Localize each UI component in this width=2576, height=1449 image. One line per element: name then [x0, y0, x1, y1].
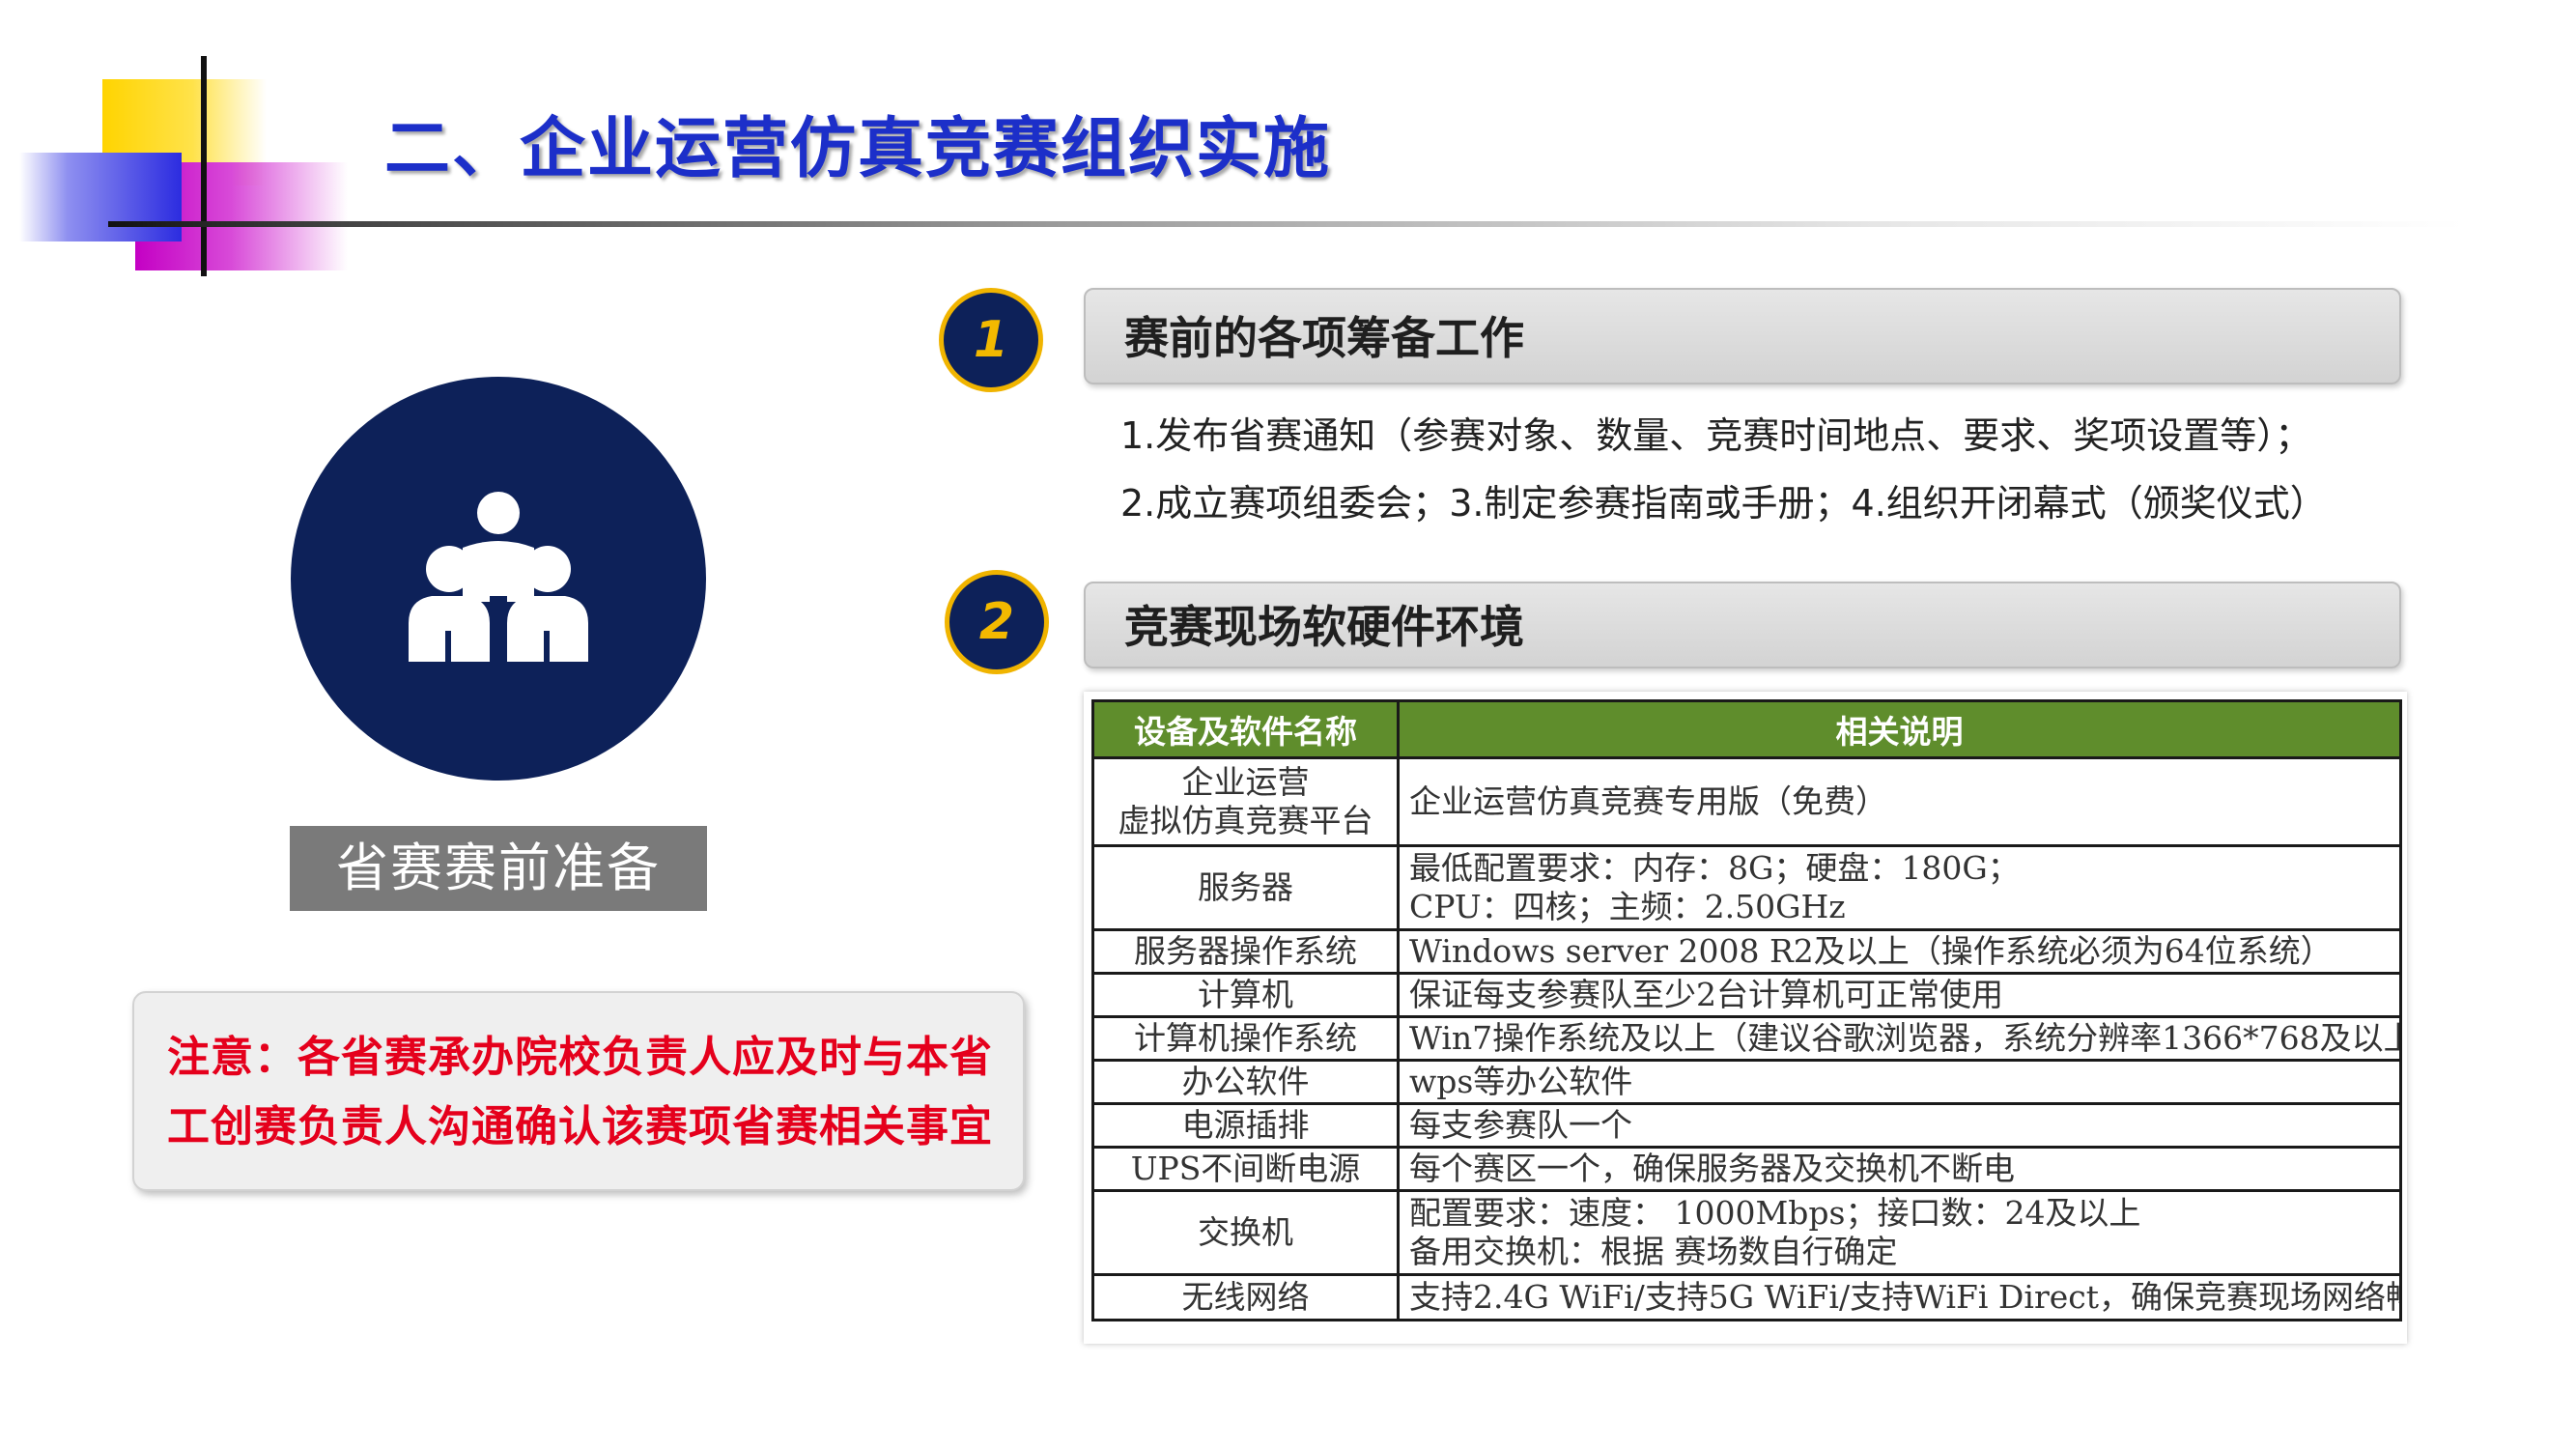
- row-name-cell: 交换机: [1091, 1189, 1400, 1276]
- table-row: UPS不间断电源 每个赛区一个，确保服务器及交换机不断电: [1091, 1146, 2402, 1192]
- table-row: 办公软件 wps等办公软件: [1091, 1059, 2402, 1105]
- decor-blue-block: [19, 153, 182, 242]
- spec-table: 设备及软件名称 相关说明 企业运营 虚拟仿真竞赛平台 企业运营仿真竞赛专用版（免…: [1091, 699, 2402, 1321]
- table-row: 计算机操作系统 Win7操作系统及以上（建议谷歌浏览器，系统分辨率1366*76…: [1091, 1015, 2402, 1062]
- section-number-1: 1: [939, 288, 1043, 392]
- row-name-cell: 服务器: [1091, 844, 1400, 931]
- decor-horizontal-line: [108, 221, 2465, 227]
- section-header-1: 赛前的各项筹备工作: [1084, 288, 2401, 384]
- table-row: 服务器操作系统 Windows server 2008 R2及以上（操作系统必须…: [1091, 928, 2402, 975]
- row-name-cell: UPS不间断电源: [1091, 1146, 1400, 1192]
- column-header-desc: 相关说明: [1397, 699, 2402, 759]
- cell-text: 交换机: [1198, 1213, 1293, 1251]
- row-name-cell: 办公软件: [1091, 1059, 1400, 1105]
- decor-vertical-line: [201, 56, 207, 276]
- row-name-cell: 计算机操作系统: [1091, 1015, 1400, 1062]
- spec-table-container: 设备及软件名称 相关说明 企业运营 虚拟仿真竞赛平台 企业运营仿真竞赛专用版（免…: [1084, 692, 2407, 1344]
- row-name-cell: 无线网络: [1091, 1273, 1400, 1321]
- row-name-cell: 服务器操作系统: [1091, 928, 1400, 975]
- row-desc-cell: 每支参赛队一个: [1397, 1102, 2402, 1149]
- section-title-2: 竞赛现场软硬件环境: [1124, 601, 1524, 653]
- table-header-row: 设备及软件名称 相关说明: [1091, 699, 2402, 759]
- table-row: 服务器 最低配置要求：内存：8G；硬盘：180G； CPU：四核；主频：2.50…: [1091, 844, 2402, 931]
- section-1-line-1: 1.发布省赛通知（参赛对象、数量、竞赛时间地点、要求、奖项设置等）；: [1120, 414, 2312, 457]
- note-box: 注意：各省赛承办院校负责人应及时与本省 工创赛负责人沟通确认该赛项省赛相关事宜: [132, 991, 1025, 1191]
- column-header-name: 设备及软件名称: [1091, 699, 1400, 759]
- note-text-line-2: 工创赛负责人沟通确认该赛项省赛相关事宜: [167, 1102, 993, 1151]
- team-badge: [291, 377, 706, 781]
- row-desc-cell: 每个赛区一个，确保服务器及交换机不断电: [1397, 1146, 2402, 1192]
- team-icon: [409, 492, 588, 662]
- section-1-line-2: 2.成立赛项组委会；3.制定参赛指南或手册；4.组织开闭幕式（颁奖仪式）: [1120, 482, 2327, 525]
- cell-text: 服务器: [1198, 868, 1293, 906]
- page-title: 二、企业运营仿真竞赛组织实施: [384, 111, 1332, 187]
- row-desc-cell: 最低配置要求：内存：8G；硬盘：180G； CPU：四核；主频：2.50GHz: [1397, 844, 2402, 931]
- row-desc-cell: 保证每支参赛队至少2台计算机可正常使用: [1397, 972, 2402, 1018]
- row-desc-cell: Windows server 2008 R2及以上（操作系统必须为64位系统）: [1397, 928, 2402, 975]
- section-title-1: 赛前的各项筹备工作: [1124, 312, 1524, 364]
- table-row: 企业运营 虚拟仿真竞赛平台 企业运营仿真竞赛专用版（免费）: [1091, 756, 2402, 847]
- cell-text: 企业运营: [1181, 763, 1310, 801]
- row-name-cell: 企业运营 虚拟仿真竞赛平台: [1091, 756, 1400, 847]
- table-row: 计算机 保证每支参赛队至少2台计算机可正常使用: [1091, 972, 2402, 1018]
- row-desc-cell: 支持2.4G WiFi/支持5G WiFi/支持WiFi Direct，确保竞赛…: [1397, 1273, 2402, 1321]
- row-name-cell: 电源插排: [1091, 1102, 1400, 1149]
- row-name-cell: 计算机: [1091, 972, 1400, 1018]
- row-desc-cell: Win7操作系统及以上（建议谷歌浏览器，系统分辨率1366*768及以上: [1397, 1015, 2402, 1062]
- cell-text: 配置要求：速度： 1000Mbps；接口数：24及以上: [1409, 1194, 2141, 1232]
- section-number-2: 2: [945, 570, 1049, 674]
- row-desc-cell: 配置要求：速度： 1000Mbps；接口数：24及以上 备用交换机：根据 赛场数…: [1397, 1189, 2402, 1276]
- cell-text: 企业运营仿真竞赛专用版（免费）: [1409, 782, 1887, 820]
- row-desc-cell: 企业运营仿真竞赛专用版（免费）: [1397, 756, 2402, 847]
- cell-text: 最低配置要求：内存：8G；硬盘：180G；: [1409, 849, 2020, 887]
- cell-text: 备用交换机：根据 赛场数自行确定: [1409, 1233, 1898, 1270]
- prep-label: 省赛赛前准备: [290, 826, 707, 911]
- table-row: 交换机 配置要求：速度： 1000Mbps；接口数：24及以上 备用交换机：根据…: [1091, 1189, 2402, 1276]
- table-row: 电源插排 每支参赛队一个: [1091, 1102, 2402, 1149]
- section-header-2: 竞赛现场软硬件环境: [1084, 582, 2401, 668]
- table-row: 无线网络 支持2.4G WiFi/支持5G WiFi/支持WiFi Direct…: [1091, 1273, 2402, 1321]
- row-desc-cell: wps等办公软件: [1397, 1059, 2402, 1105]
- cell-text: 虚拟仿真竞赛平台: [1118, 802, 1373, 839]
- note-text-line-1: 注意：各省赛承办院校负责人应及时与本省: [167, 1033, 993, 1082]
- cell-text: CPU：四核；主频：2.50GHz: [1409, 888, 1846, 925]
